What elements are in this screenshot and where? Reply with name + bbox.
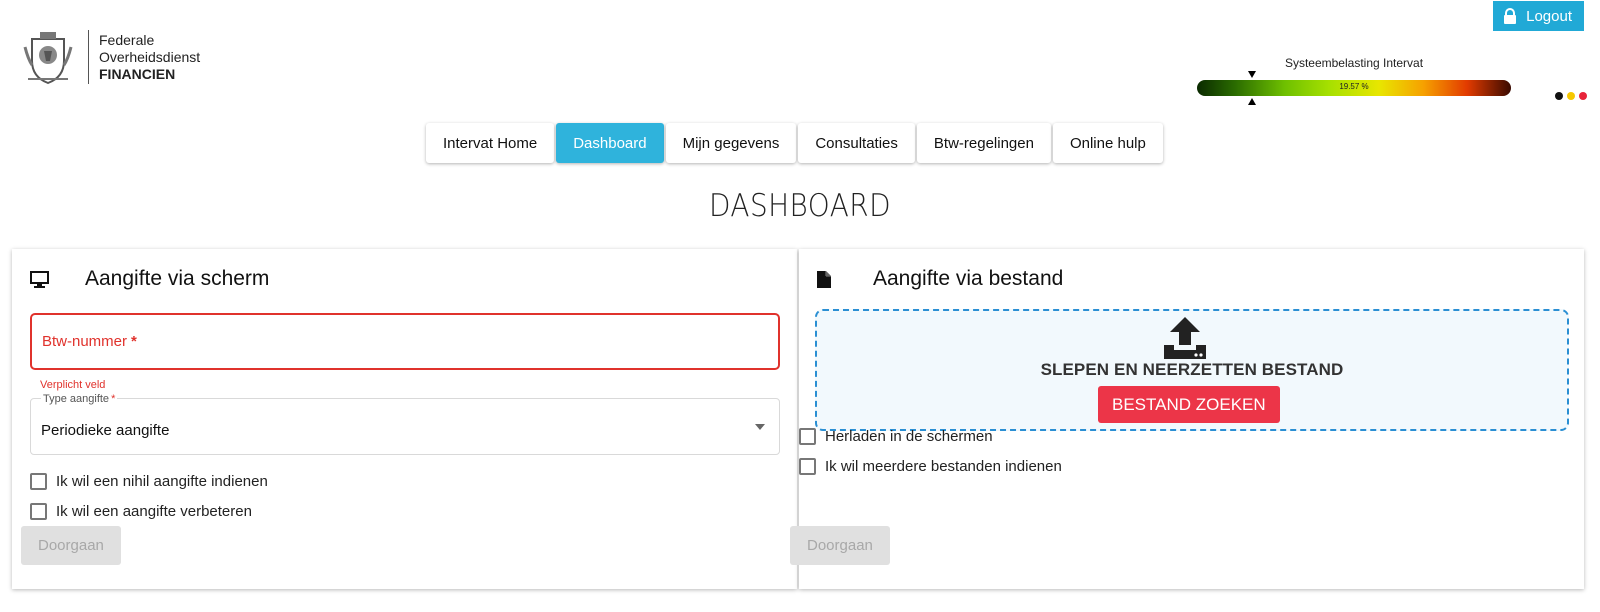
nav-item-dashboard[interactable]: Dashboard: [556, 123, 664, 163]
correct-declaration-checkbox[interactable]: Ik wil een aangifte verbeteren: [30, 503, 252, 520]
flag-dot-red: [1579, 92, 1587, 100]
multiple-files-checkbox[interactable]: Ik wil meerdere bestanden indienen: [799, 458, 1062, 475]
vat-number-label: Btw-nummer *: [42, 333, 137, 350]
multiple-files-label: Ik wil meerdere bestanden indienen: [825, 458, 1062, 475]
nav-item-intervat-home[interactable]: Intervat Home: [426, 123, 555, 163]
declaration-type-label: Type aangifte *: [41, 393, 118, 405]
screen-card-title: Aangifte via scherm: [85, 267, 270, 290]
monitor-icon: [30, 270, 49, 288]
lock-icon: [1504, 8, 1517, 24]
page-title: DASHBOARD: [708, 188, 892, 224]
belgian-flag-dots: [1555, 92, 1587, 100]
checkbox-box[interactable]: [799, 458, 816, 475]
logo-divider: [88, 30, 89, 84]
fod-financien-logo[interactable]: Federale Overheidsdienst FINANCIEN: [22, 28, 200, 86]
file-dropzone[interactable]: SLEPEN EN NEERZETTEN BESTAND BESTAND ZOE…: [815, 309, 1569, 431]
belgian-coat-of-arms-icon: [23, 32, 73, 85]
load-marker-top: [1248, 71, 1256, 78]
checkbox-box[interactable]: [30, 503, 47, 520]
nav-item-btw-regelingen[interactable]: Btw-regelingen: [916, 123, 1051, 163]
correct-declaration-label: Ik wil een aangifte verbeteren: [56, 503, 252, 520]
continue-button[interactable]: Doorgaan: [790, 526, 890, 565]
system-load-widget: Systeembelasting Intervat 19.57 %: [1197, 56, 1511, 105]
screen-card-header: Aangifte via scherm: [30, 267, 269, 291]
nil-declaration-label: Ik wil een nihil aangifte indienen: [56, 473, 268, 490]
file-declaration-card: Aangifte via bestand SLEPEN EN NEERZETTE…: [790, 249, 1584, 589]
logout-button[interactable]: Logout: [1493, 1, 1584, 31]
logout-label: Logout: [1526, 7, 1572, 25]
system-load-bar: 19.57 %: [1197, 71, 1511, 105]
vat-number-error: Verplicht veld: [40, 379, 106, 391]
screen-declaration-card: Aangifte via scherm Btw-nummer * Verplich…: [12, 249, 797, 589]
nav-item-consultaties[interactable]: Consultaties: [798, 123, 915, 163]
logo-line-1: Federale: [99, 31, 155, 48]
file-card-header: Aangifte via bestand: [817, 267, 1063, 291]
flag-dot-black: [1555, 92, 1563, 100]
nav-item-mijn-gegevens[interactable]: Mijn gegevens: [665, 123, 797, 163]
checkbox-box[interactable]: [30, 473, 47, 490]
checkbox-box[interactable]: [799, 428, 816, 445]
reload-screens-checkbox[interactable]: Herladen in de schermen: [799, 428, 993, 445]
file-icon: [817, 270, 831, 288]
upload-icon: [1164, 317, 1206, 359]
nav-item-online-hulp[interactable]: Online hulp: [1052, 123, 1163, 163]
browse-file-button[interactable]: BESTAND ZOEKEN: [1098, 386, 1280, 423]
main-nav: Intervat Home Dashboard Mijn gegevens Co…: [426, 123, 1163, 163]
logo-line-2: Overheidsdienst: [99, 48, 201, 65]
declaration-type-value: Periodieke aangifte: [41, 422, 170, 439]
nil-declaration-checkbox[interactable]: Ik wil een nihil aangifte indienen: [30, 473, 268, 490]
reload-screens-label: Herladen in de schermen: [825, 428, 993, 445]
dropzone-text: SLEPEN EN NEERZETTEN BESTAND: [1040, 360, 1344, 379]
system-load-value: 19.57 %: [1339, 82, 1369, 91]
vat-number-input[interactable]: Btw-nummer *: [30, 313, 780, 370]
flag-dot-yellow: [1567, 92, 1575, 100]
file-card-title: Aangifte via bestand: [873, 267, 1064, 290]
logo-text: Federale Overheidsdienst FINANCIEN: [99, 32, 200, 83]
continue-button[interactable]: Doorgaan: [21, 526, 121, 565]
system-load-title: Systeembelasting Intervat: [1284, 56, 1424, 70]
declaration-type-select[interactable]: Type aangifte * Periodieke aangifte: [30, 393, 780, 455]
chevron-down-icon[interactable]: [755, 424, 765, 430]
logo-line-3: FINANCIEN: [99, 65, 176, 82]
load-marker-bottom: [1248, 98, 1256, 105]
